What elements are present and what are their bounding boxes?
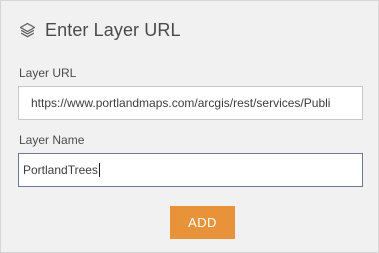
layer-name-input[interactable]: PortlandTrees	[18, 153, 363, 187]
layer-url-input[interactable]: https://www.portlandmaps.com/arcgis/rest…	[18, 86, 363, 120]
layer-name-value: PortlandTrees	[23, 163, 98, 177]
layer-name-label: Layer Name	[19, 133, 85, 147]
layer-url-label: Layer URL	[19, 66, 77, 80]
layers-icon	[19, 22, 36, 39]
panel-title: Enter Layer URL	[45, 20, 181, 40]
add-button[interactable]: ADD	[170, 206, 235, 239]
panel-header: Enter Layer URL	[19, 20, 181, 41]
layer-url-value: https://www.portlandmaps.com/arcgis/rest…	[31, 96, 331, 110]
enter-layer-url-panel: Enter Layer URL Layer URL https://www.po…	[0, 0, 379, 253]
text-caret	[98, 163, 100, 177]
